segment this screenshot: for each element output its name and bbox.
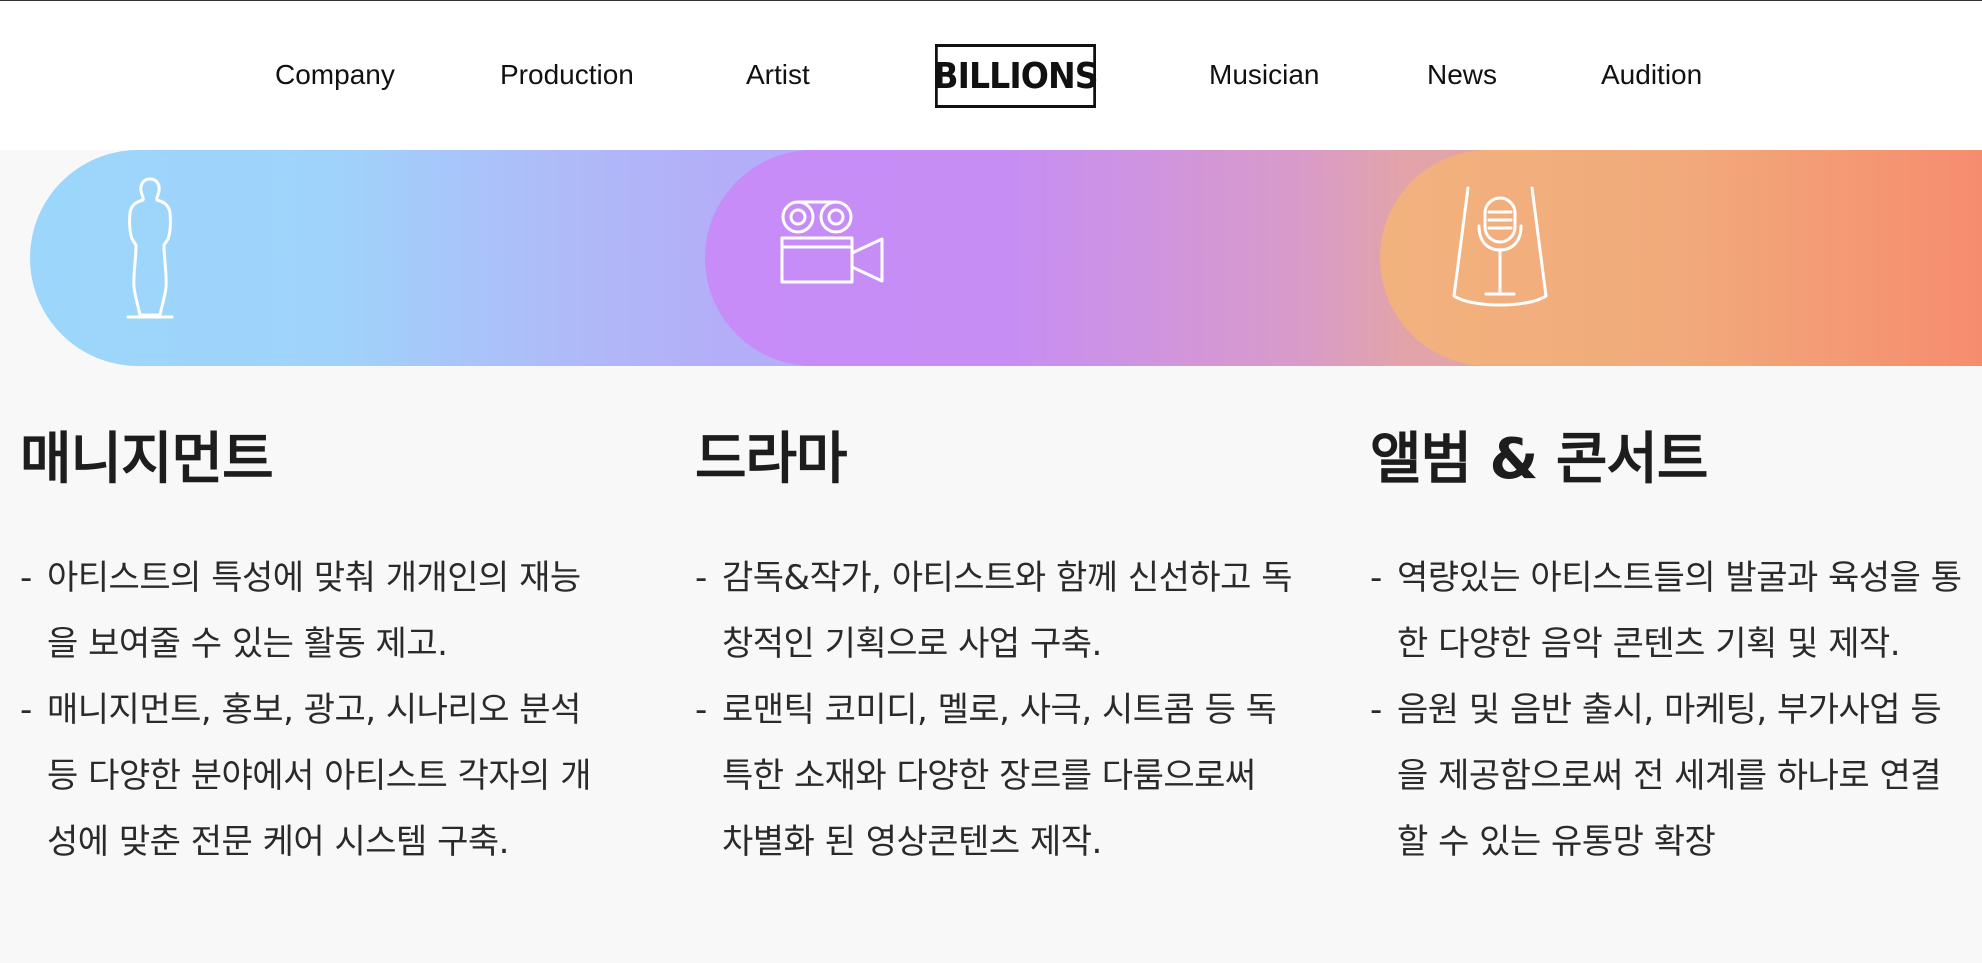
nav-audition[interactable]: Audition xyxy=(1601,59,1702,91)
management-list: - 아티스트의 특성에 맞춰 개개인의 재능을 보여줄 수 있는 활동 제고. -… xyxy=(20,545,600,875)
nav-musician[interactable]: Musician xyxy=(1209,59,1319,91)
nav-company[interactable]: Company xyxy=(275,59,395,91)
list-item: - 로맨틱 코미디, 멜로, 사극, 시트콤 등 독특한 소재와 다양한 장르를 … xyxy=(695,690,1277,862)
drama-list: - 감독&작가, 아티스트와 함께 신선하고 독창적인 기획으로 사업 구축. -… xyxy=(695,545,1295,875)
nav-production[interactable]: Production xyxy=(500,59,634,91)
list-item: - 매니지먼트, 홍보, 광고, 시나리오 분석 등 다양한 분야에서 아티스트 … xyxy=(20,690,592,862)
nav-news[interactable]: News xyxy=(1427,59,1497,91)
microphone-icon xyxy=(1452,186,1548,307)
billions-logo[interactable]: BILLIONS xyxy=(933,44,1099,108)
site-header: Company Production Artist BILLIONS Music… xyxy=(0,1,1982,150)
list-item: - 역량있는 아티스트들의 발굴과 육성을 통한 다양한 음악 콘텐츠 기획 및 … xyxy=(1370,558,1962,664)
drama-title: 드라마 xyxy=(695,427,848,492)
album-concert-section: 앨범 & 콘서트 - 역량있는 아티스트들의 발굴과 육성을 통한 다양한 음악 … xyxy=(1370,420,1970,875)
film-camera-icon xyxy=(780,200,884,284)
drama-section: 드라마 - 감독&작가, 아티스트와 함께 신선하고 독창적인 기획으로 사업 구… xyxy=(695,420,1295,875)
nav-artist[interactable]: Artist xyxy=(746,59,810,91)
management-section: 매니지먼트 - 아티스트의 특성에 맞춰 개개인의 재능을 보여줄 수 있는 활동… xyxy=(20,420,620,875)
actor-figure-icon xyxy=(126,177,174,319)
list-item: - 음원 및 음반 출시, 마케팅, 부가사업 등을 제공함으로써 전 세계를 하… xyxy=(1370,690,1942,862)
album-concert-list: - 역량있는 아티스트들의 발굴과 육성을 통한 다양한 음악 콘텐츠 기획 및 … xyxy=(1370,545,1970,875)
management-title: 매니지먼트 xyxy=(20,427,274,492)
list-item: - 아티스트의 특성에 맞춰 개개인의 재능을 보여줄 수 있는 활동 제고. xyxy=(20,558,581,664)
album-concert-title: 앨범 & 콘서트 xyxy=(1370,427,1708,492)
category-banner xyxy=(0,150,1982,366)
list-item: - 감독&작가, 아티스트와 함께 신선하고 독창적인 기획으로 사업 구축. xyxy=(695,558,1293,664)
